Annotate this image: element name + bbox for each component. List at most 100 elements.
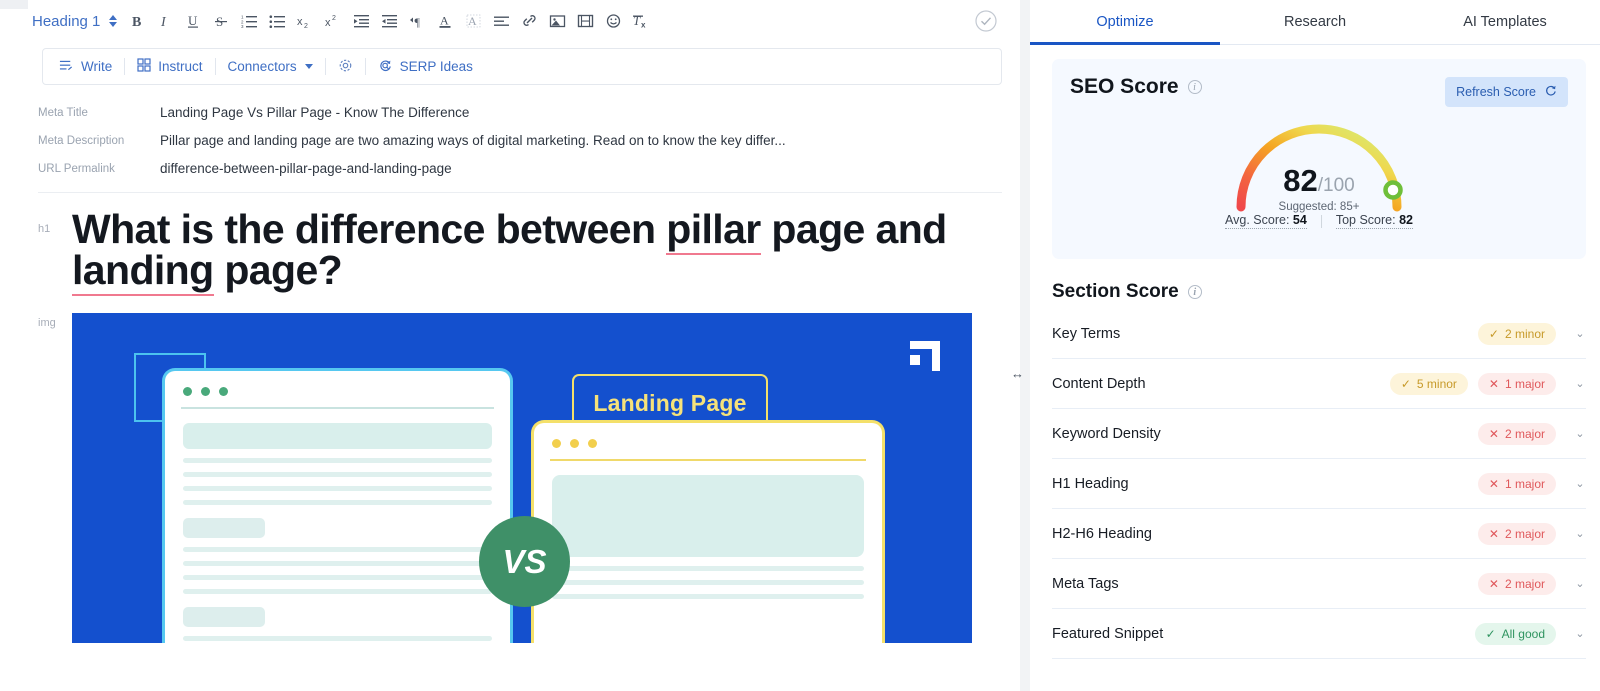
svg-text:2: 2: [332, 15, 336, 22]
connectors-label: Connectors: [227, 59, 297, 74]
editor-pane: Heading 1 B I U S 123 x2 x2 ¶ A A Tx Wri…: [0, 0, 1020, 691]
heading-style-select[interactable]: Heading 1: [32, 13, 123, 30]
badge-text: 5 minor: [1416, 376, 1457, 391]
section-row-h2-h6-heading[interactable]: H2-H6 Heading ✕ 2 major ⌄: [1052, 509, 1586, 559]
insert-image-icon[interactable]: [543, 6, 571, 36]
badge-text: 1 major: [1504, 376, 1545, 391]
placeholder-line: [552, 580, 864, 585]
chevron-down-icon[interactable]: ⌄: [1574, 527, 1586, 540]
placeholder-line: [183, 458, 492, 463]
badge-text: 1 major: [1504, 476, 1545, 491]
clear-formatting-icon[interactable]: Tx: [627, 6, 655, 36]
chevron-down-icon[interactable]: ⌄: [1574, 427, 1586, 440]
badge-text: All good: [1501, 626, 1545, 641]
top-score-stat[interactable]: Top Score: 82: [1335, 213, 1413, 229]
subscript-icon[interactable]: x2: [291, 6, 319, 36]
insert-link-icon[interactable]: [515, 6, 543, 36]
optimizer-panel: Optimize Research AI Templates SEO Score…: [1030, 0, 1600, 691]
seo-score-suggested: Suggested: 85+: [1278, 201, 1360, 213]
chevron-down-icon[interactable]: ⌄: [1574, 377, 1586, 390]
strikethrough-icon[interactable]: S: [207, 6, 235, 36]
placeholder-line: [552, 594, 864, 599]
section-row-keyword-density[interactable]: Keyword Density ✕ 2 major ⌄: [1052, 409, 1586, 459]
chevron-down-icon[interactable]: ⌄: [1574, 627, 1586, 640]
meta-title-value[interactable]: Landing Page Vs Pillar Page - Know The D…: [160, 105, 469, 120]
placeholder-line: [183, 636, 492, 641]
status-badge: ✓ 2 minor: [1477, 322, 1556, 345]
text-direction-icon[interactable]: ¶: [403, 6, 431, 36]
status-badge: ✕ 1 major: [1477, 372, 1556, 395]
connectors-dropdown[interactable]: Connectors: [216, 59, 325, 74]
tab-optimize[interactable]: Optimize: [1030, 0, 1220, 44]
settings-button[interactable]: [326, 58, 365, 76]
h1-part: page and: [760, 206, 947, 252]
tab-ai-templates[interactable]: AI Templates: [1410, 0, 1600, 44]
chevron-down-icon[interactable]: ⌄: [1574, 327, 1586, 340]
section-row-meta-tags[interactable]: Meta Tags ✕ 2 major ⌄: [1052, 559, 1586, 609]
meta-title-row[interactable]: Meta Title Landing Page Vs Pillar Page -…: [38, 99, 1002, 127]
bold-icon[interactable]: B: [123, 6, 151, 36]
panel-splitter[interactable]: ↔: [1011, 0, 1030, 691]
superscript-icon[interactable]: x2: [319, 6, 347, 36]
badge-text: 2 minor: [1504, 326, 1545, 341]
section-row-key-terms[interactable]: Key Terms ✓ 2 minor ⌄: [1052, 309, 1586, 359]
placeholder-line: [183, 547, 492, 552]
ordered-list-icon[interactable]: 123: [235, 6, 263, 36]
instruct-label: Instruct: [158, 59, 203, 74]
italic-icon[interactable]: I: [151, 6, 179, 36]
brand-logo-icon: [908, 339, 942, 373]
url-permalink-row[interactable]: URL Permalink difference-between-pillar-…: [38, 155, 1002, 183]
window-rule: [181, 407, 494, 409]
indent-icon[interactable]: [347, 6, 375, 36]
outdent-icon[interactable]: [375, 6, 403, 36]
landing-page-caption: Landing Page: [593, 389, 747, 416]
align-icon[interactable]: [487, 6, 515, 36]
svg-text:2: 2: [304, 23, 308, 29]
instruct-button[interactable]: Instruct: [125, 58, 214, 75]
refresh-score-button[interactable]: Refresh Score: [1445, 77, 1568, 107]
resize-horizontal-icon[interactable]: ↔: [1011, 366, 1024, 381]
chevron-down-icon[interactable]: ⌄: [1574, 577, 1586, 590]
tab-research[interactable]: Research: [1220, 0, 1410, 44]
placeholder-block: [183, 423, 492, 449]
write-button[interactable]: Write: [57, 58, 124, 76]
page-title-heading[interactable]: What is the difference between pillar pa…: [72, 206, 1002, 296]
vs-label: VS: [502, 542, 547, 580]
section-row-h1-heading[interactable]: H1 Heading ✕ 1 major ⌄: [1052, 459, 1586, 509]
placeholder-line: [183, 486, 492, 491]
insert-video-icon[interactable]: [571, 6, 599, 36]
write-label: Write: [81, 59, 113, 74]
landing-page-caption-frame: Landing Page: [572, 374, 768, 430]
article-hero-illustration[interactable]: Landing Page VS: [72, 313, 972, 643]
h1-part: page?: [213, 247, 343, 293]
save-status-circle-check-icon[interactable]: [974, 9, 998, 33]
text-color-icon[interactable]: A: [431, 6, 459, 36]
underline-icon[interactable]: U: [179, 6, 207, 36]
section-row-featured-snippet[interactable]: Featured Snippet ✓ All good ⌄: [1052, 609, 1586, 659]
status-badge: ✕ 1 major: [1477, 472, 1556, 495]
info-icon[interactable]: i: [1187, 80, 1202, 94]
info-icon[interactable]: i: [1187, 285, 1202, 299]
section-row-content-depth[interactable]: Content Depth ✓ 5 minor ✕ 1 major ⌄: [1052, 359, 1586, 409]
img-gutter-label: img: [38, 317, 56, 329]
bullet-list-icon[interactable]: [263, 6, 291, 36]
chevron-down-icon[interactable]: ⌄: [1574, 477, 1586, 490]
meta-description-row[interactable]: Meta Description Pillar page and landing…: [38, 127, 1002, 155]
avg-score-stat[interactable]: Avg. Score: 54: [1225, 213, 1307, 229]
insert-emoji-icon[interactable]: [599, 6, 627, 36]
svg-text:U: U: [188, 13, 198, 28]
status-badge: ✕ 2 major: [1477, 422, 1556, 445]
top-score-label: Top Score:: [1335, 213, 1396, 227]
placeholder-hero-block: [552, 475, 864, 557]
section-label: H2-H6 Heading: [1052, 525, 1152, 542]
url-permalink-value[interactable]: difference-between-pillar-page-and-landi…: [160, 161, 452, 176]
stepper-updown-icon: [109, 15, 118, 27]
placeholder-line: [552, 566, 864, 571]
placeholder-block-small: [183, 518, 265, 538]
meta-description-value[interactable]: Pillar page and landing page are two ama…: [160, 133, 786, 148]
section-score-list: Key Terms ✓ 2 minor ⌄ Content Depth ✓ 5 mi…: [1052, 309, 1586, 659]
highlight-color-icon[interactable]: A: [459, 6, 487, 36]
serp-ideas-button[interactable]: SERP Ideas: [366, 58, 485, 76]
placeholder-line: [183, 472, 492, 477]
avg-score-value: 54: [1292, 213, 1307, 227]
